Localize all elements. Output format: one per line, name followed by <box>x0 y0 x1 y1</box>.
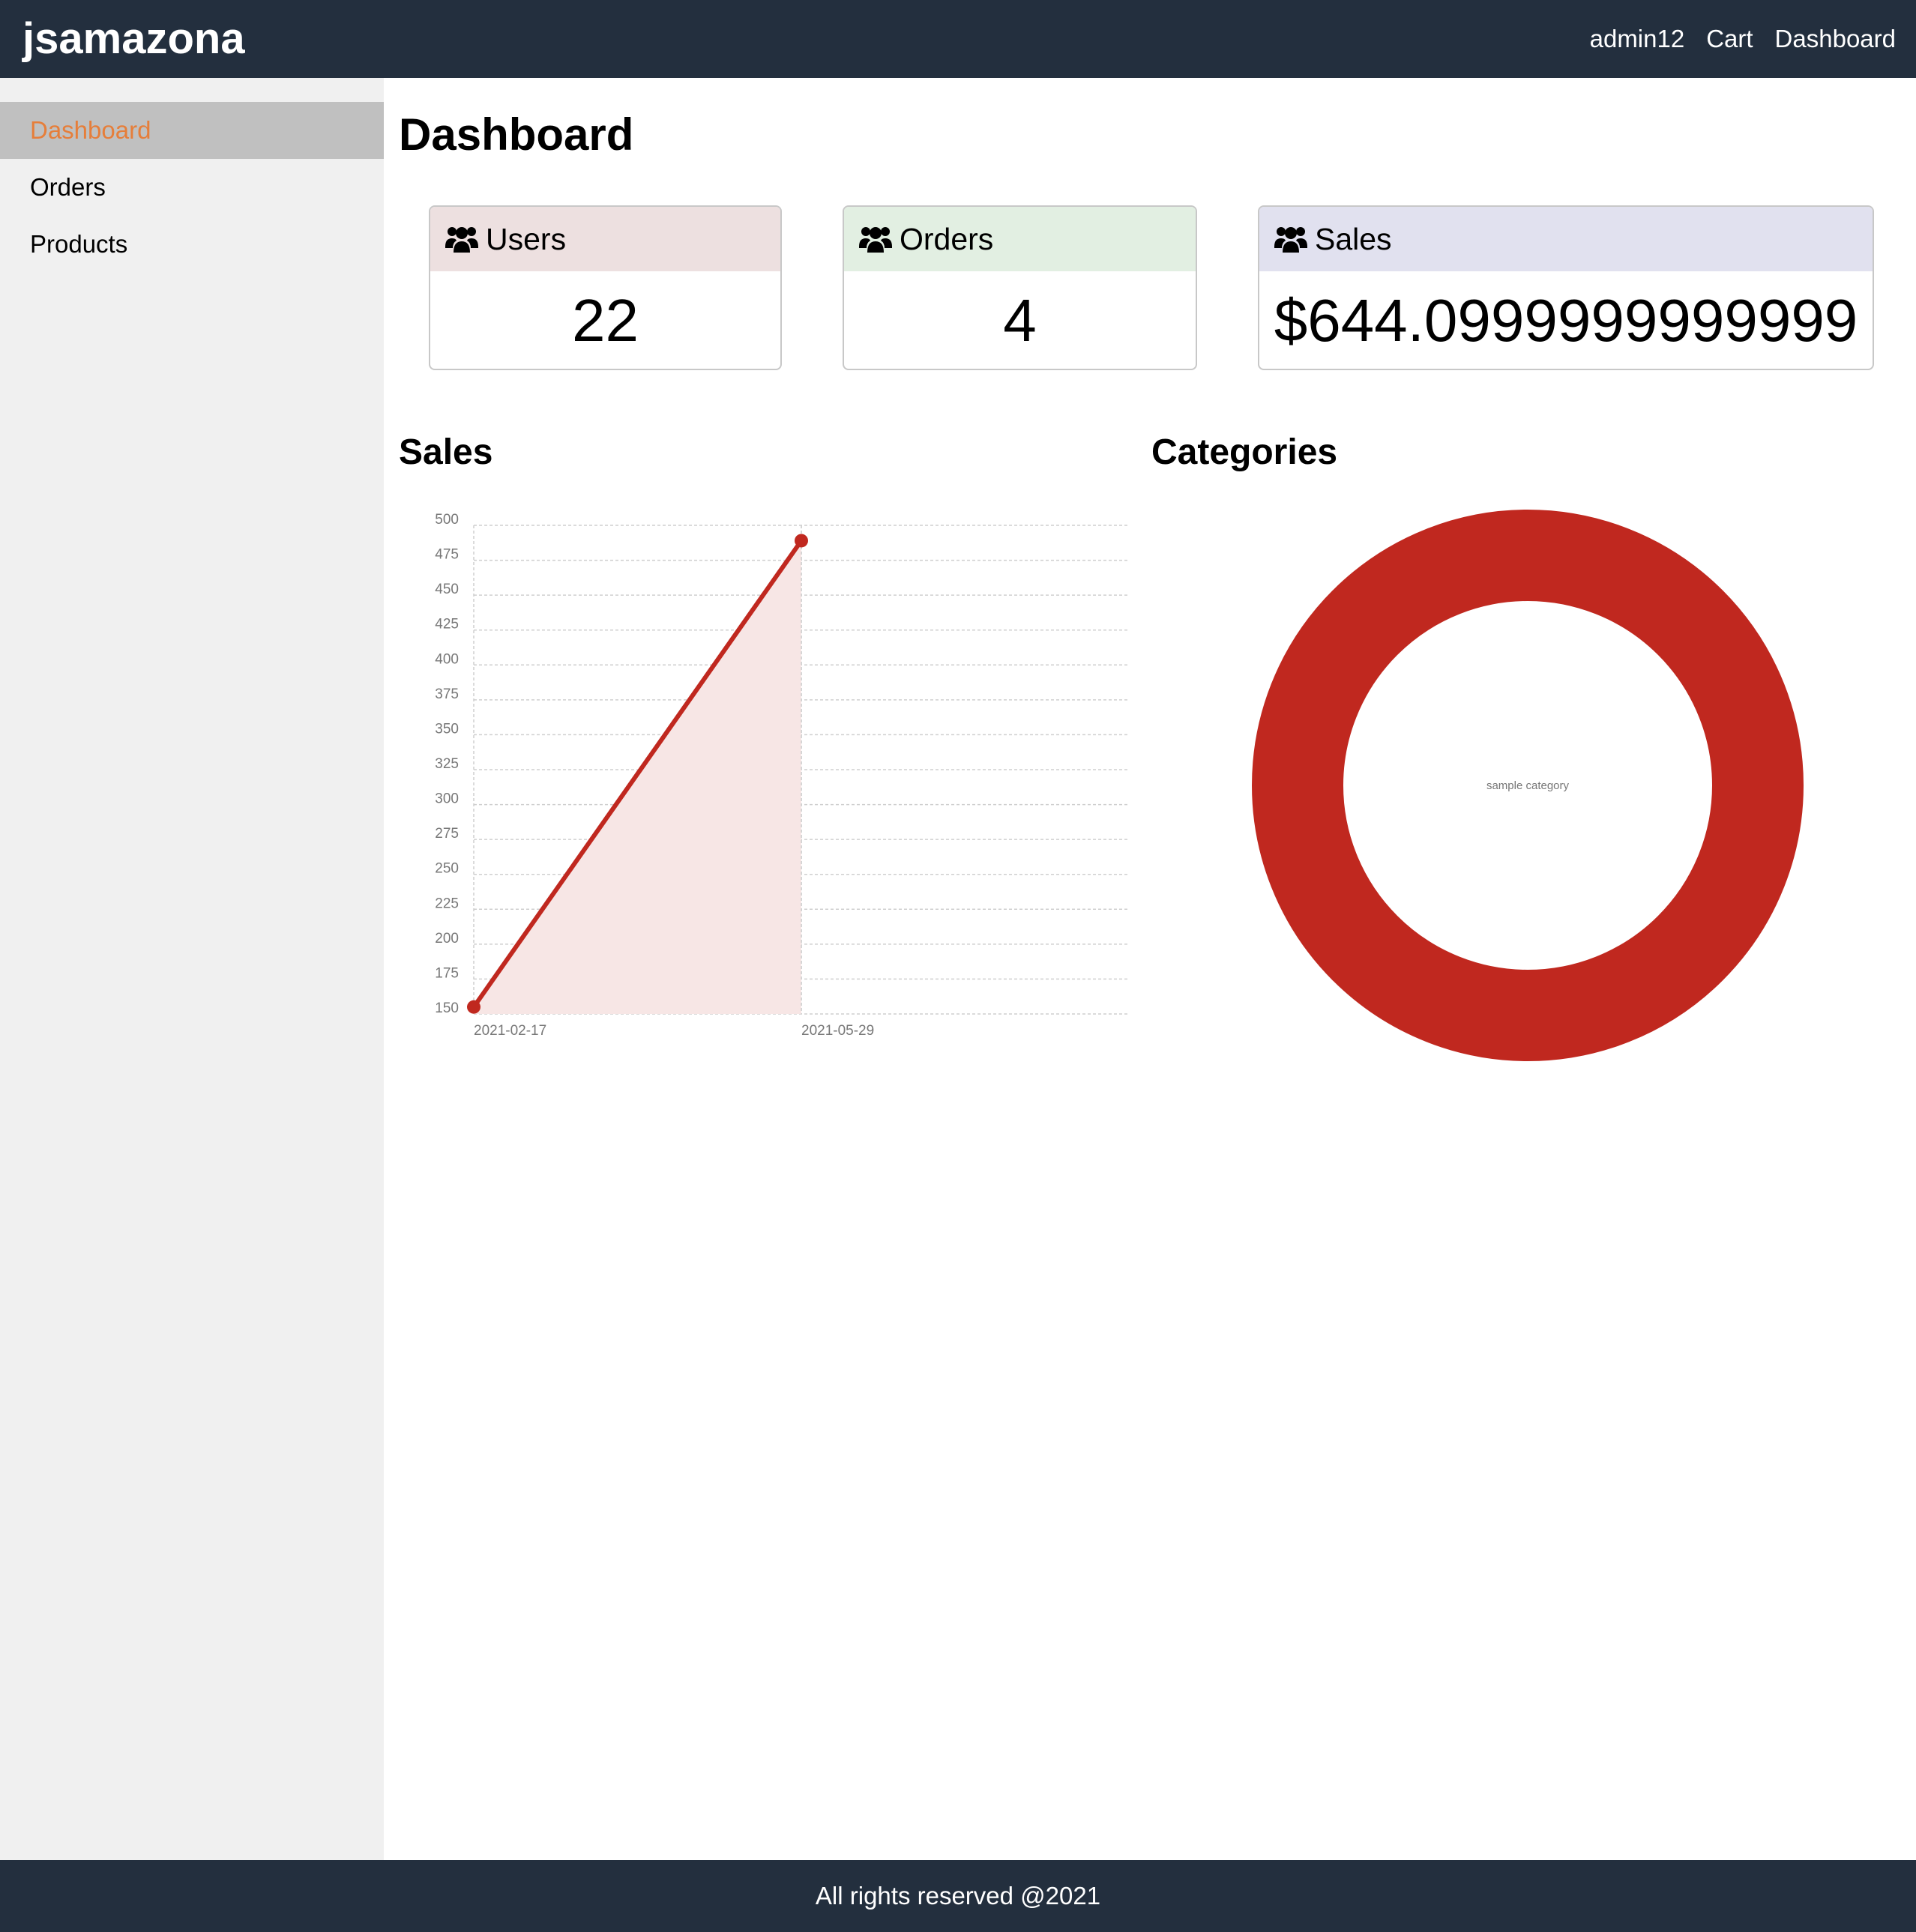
y-tick-label: 475 <box>435 547 459 563</box>
user-menu-link[interactable]: admin12 <box>1590 22 1685 55</box>
y-tick-label: 150 <box>435 1000 459 1016</box>
y-tick-label: 300 <box>435 791 459 807</box>
x-tick-label: 2021-05-29 <box>801 1023 874 1039</box>
users-icon <box>1274 227 1307 253</box>
y-tick-label: 250 <box>435 861 459 877</box>
sales-card-label: Sales <box>1315 221 1392 256</box>
sales-data-point[interactable] <box>795 534 808 548</box>
orders-card-label: Orders <box>900 221 994 256</box>
orders-card-header: Orders <box>844 207 1196 271</box>
sales-chart-title: Sales <box>399 432 493 472</box>
y-tick-label: 375 <box>435 686 459 702</box>
orders-summary-card: Orders 4 <box>843 205 1197 370</box>
sidebar-item-products[interactable]: Products <box>0 216 384 273</box>
y-tick-label: 350 <box>435 721 459 737</box>
y-tick-label: 425 <box>435 617 459 633</box>
sales-line-chart: 150 175 200 225 250 275 300 325 350 375 400 425 450 4… <box>435 512 1129 1039</box>
users-summary-card: Users 22 <box>429 205 782 370</box>
dashboard-sidebar: Dashboard Orders Products <box>0 78 384 1860</box>
sales-summary-card: Sales $644.0999999999999 <box>1258 205 1874 370</box>
users-count: 22 <box>572 287 639 354</box>
dashboard-link[interactable]: Dashboard <box>1775 22 1896 55</box>
brand-logo-link[interactable]: jsamazona <box>22 13 245 64</box>
users-icon <box>859 227 892 253</box>
categories-chart-title: Categories <box>1151 432 1338 472</box>
users-card-label: Users <box>486 221 567 256</box>
sales-data-point[interactable] <box>467 1000 480 1014</box>
users-icon <box>445 227 478 253</box>
y-tick-label: 175 <box>435 965 459 981</box>
orders-count: 4 <box>1003 287 1037 354</box>
y-tick-label: 500 <box>435 512 459 528</box>
top-navbar: jsamazona admin12 Cart Dashboard <box>0 0 1916 78</box>
users-card-header: Users <box>430 207 780 271</box>
y-tick-label: 400 <box>435 651 459 667</box>
x-tick-label: 2021-02-17 <box>474 1023 546 1039</box>
y-tick-label: 325 <box>435 756 459 772</box>
page-title: Dashboard <box>399 109 634 160</box>
sales-total: $644.0999999999999 <box>1274 287 1858 354</box>
y-tick-label: 225 <box>435 896 459 911</box>
categories-donut-chart: sample category <box>1252 510 1804 1061</box>
footer-copyright: All rights reserved @2021 <box>815 1882 1101 1910</box>
sidebar-item-orders[interactable]: Orders <box>0 159 384 216</box>
donut-label: sample category <box>1486 779 1570 792</box>
sidebar-item-dashboard[interactable]: Dashboard <box>0 102 384 159</box>
cart-link[interactable]: Cart <box>1706 22 1753 55</box>
y-tick-label: 450 <box>435 582 459 597</box>
footer: All rights reserved @2021 <box>0 1860 1916 1932</box>
sales-card-header: Sales <box>1259 207 1873 271</box>
y-tick-label: 200 <box>435 931 459 947</box>
y-tick-label: 275 <box>435 826 459 842</box>
header-nav-links: admin12 Cart Dashboard <box>1568 22 1896 55</box>
